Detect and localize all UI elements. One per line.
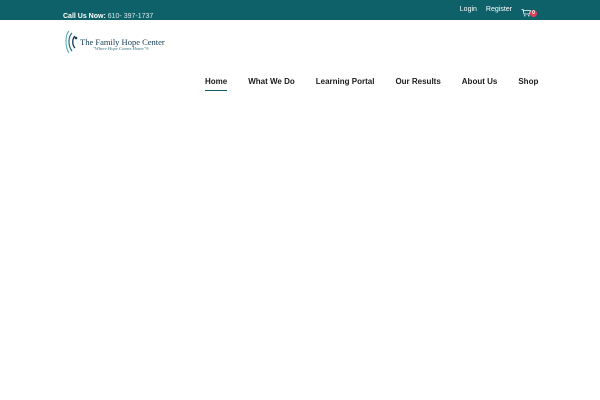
nav-item-our-results[interactable]: Our Results (395, 76, 440, 87)
login-link[interactable]: Login (460, 5, 477, 15)
top-bar: Call Us Now: 610- 397-1737 Login Registe… (0, 0, 600, 20)
nav-item-learning-portal[interactable]: Learning Portal (316, 76, 375, 87)
nav-item-about-us[interactable]: About Us (462, 76, 498, 87)
nav-item-what-we-do[interactable]: What We Do (248, 76, 295, 87)
main-nav: Home What We Do Learning Portal Our Resu… (205, 76, 538, 91)
call-us-label: Call Us Now: (63, 13, 106, 20)
phone-number[interactable]: 610- 397-1737 (108, 13, 154, 20)
nav-item-shop[interactable]: Shop (518, 76, 538, 87)
family-silhouette-icon (65, 30, 78, 54)
call-us[interactable]: Call Us Now: 610- 397-1737 (63, 11, 153, 23)
cart-count-badge: 0 (530, 10, 537, 17)
account-links: Login Register (460, 5, 512, 15)
nav-item-home[interactable]: Home (205, 76, 228, 91)
logo-tagline: "Where Hope Comes Home"® (93, 46, 150, 51)
site-logo[interactable]: The Family Hope Center "Where Hope Comes… (63, 29, 173, 55)
cart-button[interactable]: 0 (521, 7, 537, 18)
register-link[interactable]: Register (486, 5, 512, 15)
